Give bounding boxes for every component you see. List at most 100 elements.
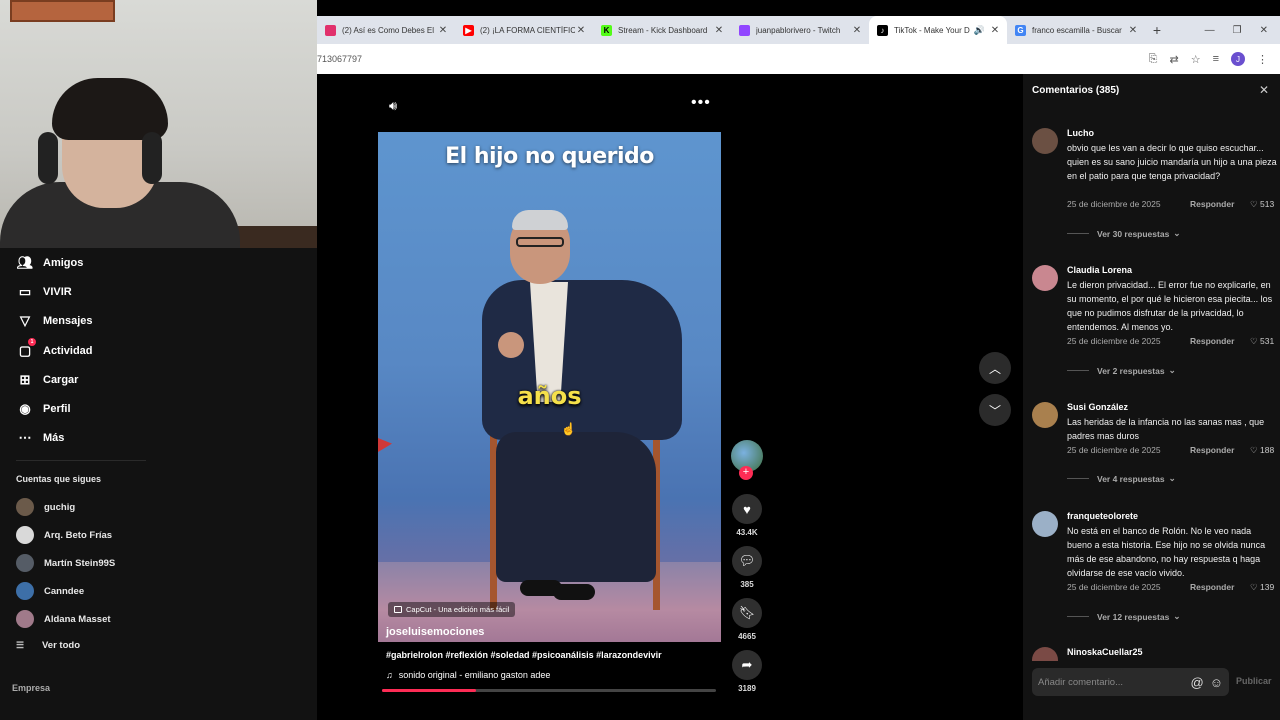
profile-avatar[interactable]: J	[1231, 52, 1245, 66]
nav-label: Perfil	[43, 403, 71, 415]
comment-like-button[interactable]: ♡ 139	[1250, 582, 1274, 593]
comment-item: Susi González Las heridas de la infancia…	[1032, 402, 1276, 492]
like-button[interactable]: ♥ 43.4K	[729, 494, 765, 537]
share-icon: ➦	[732, 650, 762, 680]
following-item[interactable]: Aldana Masset	[16, 610, 111, 628]
maximize-icon[interactable]: ❐	[1233, 25, 1242, 36]
comment-input[interactable]: Añadir comentario... @ ☺	[1032, 668, 1229, 696]
live-icon: ▭	[18, 284, 32, 299]
browser-tab[interactable]: K Stream - Kick Dashboard ✕	[593, 16, 731, 44]
avatar[interactable]	[1032, 647, 1058, 661]
close-tab-icon[interactable]: ✕	[575, 25, 587, 36]
comment-like-button[interactable]: ♡ 531	[1250, 336, 1274, 347]
share-button[interactable]: ➦ 3189	[729, 650, 765, 693]
view-replies-label: Ver 4 respuestas	[1097, 473, 1165, 484]
nav-activity[interactable]: ▢ 1 Actividad	[16, 338, 93, 360]
next-video-button[interactable]: ﹀	[979, 394, 1011, 426]
comment-meta: 25 de diciembre de 2025 Responder ♡ 139	[1067, 582, 1277, 592]
video-sound[interactable]: ♫ sonido original - emiliano gaston adee	[386, 670, 550, 680]
nav-more[interactable]: ⋯ Más	[16, 429, 65, 447]
comment-like-button[interactable]: ♡ 188	[1250, 445, 1274, 456]
avatar[interactable]	[1032, 265, 1058, 291]
reply-button[interactable]: Responder	[1190, 199, 1234, 209]
view-replies-label: Ver 12 respuestas	[1097, 611, 1170, 622]
star-icon[interactable]: ☆	[1191, 53, 1201, 66]
follow-plus-icon[interactable]: +	[739, 466, 753, 480]
following-item[interactable]: Arq. Beto Frías	[16, 526, 112, 544]
reply-button[interactable]: Responder	[1190, 582, 1234, 592]
view-replies-button[interactable]: Ver 30 respuestas ⌄	[1067, 228, 1180, 239]
address-bar[interactable]: 713067797 ⎘ ⇄ ☆ ≡ J ⋮	[317, 44, 1280, 74]
speaker-shoe	[553, 584, 595, 600]
more-options-icon[interactable]: •••	[691, 94, 711, 112]
comment-user[interactable]: franqueteolorete	[1067, 511, 1138, 521]
avatar[interactable]	[1032, 511, 1058, 537]
close-tab-icon[interactable]: ✕	[851, 25, 863, 36]
emoji-icon[interactable]: ☺	[1210, 675, 1223, 690]
avatar[interactable]	[1032, 402, 1058, 428]
reply-button[interactable]: Responder	[1190, 445, 1234, 455]
comment-user[interactable]: NinoskaCuellar25	[1067, 647, 1143, 657]
browser-tab[interactable]: ▶ (2) ¡LA FORMA CIENTÍFIC ✕	[455, 16, 593, 44]
nav-profile[interactable]: ◉ Perfil	[16, 400, 71, 418]
video-author[interactable]: joseluisemociones	[386, 626, 484, 638]
capcut-badge[interactable]: CapCut - Una edición más fácil	[388, 602, 516, 617]
minimize-icon[interactable]: —	[1205, 25, 1215, 36]
tab-title: (2) ¡LA FORMA CIENTÍFIC	[480, 25, 575, 35]
following-item[interactable]: guchig	[16, 498, 75, 516]
browser-tab[interactable]: (2) Así es Como Debes El ✕	[317, 16, 455, 44]
see-all-button[interactable]: ☰ Ver todo	[16, 640, 80, 651]
browser-tab[interactable]: juanpablorivero - Twitch ✕	[731, 16, 869, 44]
close-tab-icon[interactable]: ✕	[1127, 25, 1139, 36]
share-count: 3189	[738, 684, 756, 693]
video-progress-bar[interactable]	[382, 689, 716, 692]
video-player[interactable]: El hijo no querido años ☝ CapCut - Una e…	[378, 132, 721, 642]
browser-tabbar: (2) Así es Como Debes El ✕ ▶ (2) ¡LA FOR…	[317, 16, 1280, 44]
nav-live[interactable]: ▭ VIVIR	[16, 283, 72, 301]
nav-friends[interactable]: 👥︎ Amigos	[16, 254, 84, 272]
nav-messages[interactable]: ▽ Mensajes	[16, 312, 93, 330]
browser-tab-active[interactable]: ♪ TikTok - Make Your D 🔊 ✕	[869, 16, 1007, 44]
close-window-icon[interactable]: ✕	[1260, 25, 1268, 36]
following-name: Martín Stein99S	[44, 557, 116, 569]
speaker-icon[interactable]: 🔊	[974, 25, 985, 36]
mention-icon[interactable]: @	[1191, 675, 1204, 690]
more-icon: ⋯	[18, 430, 32, 445]
nav-upload[interactable]: ⊞ Cargar	[16, 371, 79, 389]
video-hashtags[interactable]: #gabrielrolon #reflexión #soledad #psico…	[386, 650, 662, 660]
translate-icon[interactable]: ⇄	[1169, 53, 1178, 66]
previous-video-button[interactable]: ︿	[979, 352, 1011, 384]
url-text[interactable]: 713067797	[317, 54, 1149, 64]
comment-button[interactable]: 💬︎ 385	[729, 546, 765, 589]
install-icon[interactable]: ⎘	[1149, 53, 1158, 66]
reply-button[interactable]: Responder	[1190, 336, 1234, 346]
close-tab-icon[interactable]: ✕	[437, 25, 449, 36]
comment-user[interactable]: Susi González	[1067, 402, 1128, 412]
capcut-label: CapCut - Una edición más fácil	[406, 605, 510, 614]
view-replies-button[interactable]: Ver 12 respuestas ⌄	[1067, 611, 1180, 622]
comment-user[interactable]: Claudia Lorena	[1067, 265, 1132, 275]
friends-icon: 👥︎	[16, 255, 34, 270]
close-icon[interactable]: ✕	[1259, 83, 1269, 97]
menu-dots-icon[interactable]: ⋮	[1257, 53, 1268, 66]
comment-input-placeholder: Añadir comentario...	[1038, 676, 1124, 688]
close-tab-icon[interactable]: ✕	[989, 25, 1001, 36]
new-tab-icon[interactable]: +	[1145, 22, 1169, 38]
media-icon[interactable]: ≡	[1213, 53, 1219, 65]
browser-tab[interactable]: G franco escamilla - Buscar ✕	[1007, 16, 1145, 44]
view-replies-button[interactable]: Ver 2 respuestas ⌄	[1067, 365, 1176, 376]
comment-user[interactable]: Lucho	[1067, 128, 1094, 138]
following-item[interactable]: Martín Stein99S	[16, 554, 115, 572]
volume-icon[interactable]: 🔊︎	[389, 98, 397, 114]
close-tab-icon[interactable]: ✕	[713, 25, 725, 36]
view-replies-button[interactable]: Ver 4 respuestas ⌄	[1067, 473, 1176, 484]
avatar[interactable]	[1032, 128, 1058, 154]
comment-date: 25 de diciembre de 2025	[1067, 582, 1161, 592]
comment-like-button[interactable]: ♡ 513	[1250, 199, 1274, 210]
save-button[interactable]: 🔖︎ 4665	[729, 598, 765, 641]
publish-button[interactable]: Publicar	[1236, 676, 1272, 686]
view-replies-label: Ver 30 respuestas	[1097, 228, 1170, 239]
following-item[interactable]: Canndee	[16, 582, 84, 600]
empresa-link[interactable]: Empresa	[12, 683, 50, 693]
tab-title: Stream - Kick Dashboard	[618, 25, 708, 35]
